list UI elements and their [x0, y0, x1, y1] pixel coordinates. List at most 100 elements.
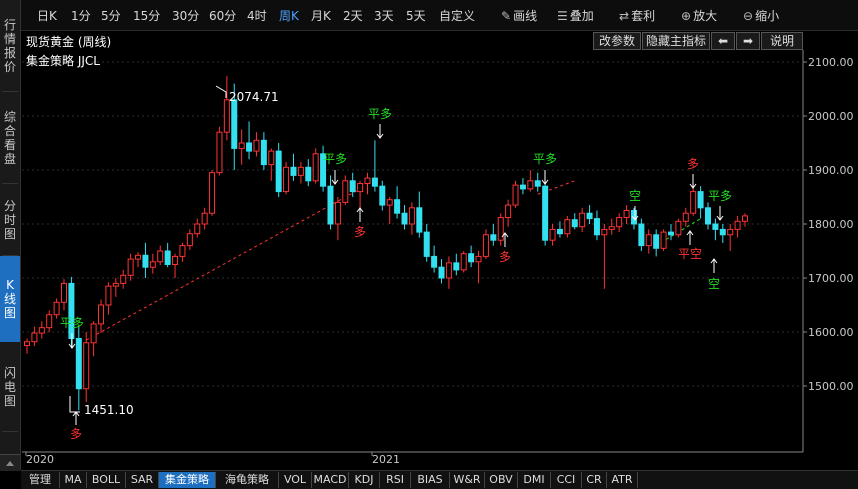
- candle-body: [445, 262, 452, 279]
- btab-macd[interactable]: MACD: [312, 472, 349, 488]
- candle-body: [556, 228, 563, 235]
- candle-body: [727, 228, 734, 236]
- candle-body: [201, 212, 208, 225]
- price-chart[interactable]: 平多多平多多平多多平多空多平空平多空 2100.002000.001900.00…: [0, 0, 858, 470]
- candle-body: [186, 233, 193, 247]
- candle-body: [61, 282, 68, 303]
- y-tick-label: 1500.00: [808, 380, 854, 393]
- candle-body: [682, 212, 689, 222]
- candle-body: [90, 323, 97, 344]
- btab-atr[interactable]: ATR: [607, 472, 638, 488]
- candle-body: [579, 212, 586, 228]
- signal-label: 平多: [708, 189, 732, 203]
- btab-ma[interactable]: MA: [60, 472, 87, 488]
- candle-body: [534, 180, 541, 187]
- candle-body: [283, 166, 290, 193]
- candle-body: [638, 223, 645, 247]
- btab-sar[interactable]: SAR: [126, 472, 159, 488]
- btab-manage[interactable]: 管理: [21, 472, 60, 488]
- btab-obv[interactable]: OBV: [485, 472, 518, 488]
- high-price-label: 2074.71: [229, 90, 279, 104]
- candle-body: [734, 220, 741, 230]
- candle-body: [431, 255, 438, 268]
- y-tick-label: 1800.00: [808, 218, 854, 231]
- btab-cr[interactable]: CR: [582, 472, 607, 488]
- candle-body: [342, 180, 349, 203]
- btab-dmi[interactable]: DMI: [518, 472, 551, 488]
- candle-body: [704, 207, 711, 225]
- signal-label: 多: [354, 225, 366, 239]
- trend-line-up: [85, 188, 361, 341]
- btab-cci[interactable]: CCI: [551, 472, 582, 488]
- candle-body: [364, 177, 371, 185]
- candle-body: [209, 172, 216, 214]
- btab-boll[interactable]: BOLL: [87, 472, 126, 488]
- candle-body: [490, 234, 497, 241]
- candle-body: [719, 228, 726, 236]
- candle-body: [527, 180, 534, 190]
- candle-body: [327, 185, 334, 225]
- candle-body: [460, 253, 467, 271]
- candle-body: [149, 261, 156, 268]
- btab-vol[interactable]: VOL: [279, 472, 312, 488]
- candle-body: [275, 150, 282, 193]
- candle-body: [438, 266, 445, 279]
- signal-label: 空: [708, 277, 720, 291]
- btab-rsi[interactable]: RSI: [380, 472, 411, 488]
- btab-bias[interactable]: BIAS: [411, 472, 450, 488]
- signal-markers: 平多多平多多平多多平多空多平空平多空: [60, 107, 732, 441]
- candle-body: [630, 210, 637, 225]
- candle-body: [105, 285, 112, 306]
- signal-label: 多: [687, 157, 699, 171]
- candle-body: [653, 234, 660, 249]
- y-tick-label: 1600.00: [808, 326, 854, 339]
- btab-kdj[interactable]: KDJ: [349, 472, 380, 488]
- candle-body: [157, 250, 164, 263]
- hide-main-indicator-button[interactable]: 隐藏主指标: [642, 32, 710, 50]
- candle-body: [468, 253, 475, 263]
- candle-body: [571, 219, 578, 228]
- candle-body: [334, 201, 341, 225]
- x-tick-label: 2020: [26, 453, 54, 466]
- candle-body: [98, 304, 105, 325]
- edit-params-button[interactable]: 改参数: [593, 32, 641, 50]
- high-low-annotations: 2074.71 1451.10: [69, 85, 279, 417]
- candle-body: [616, 217, 623, 228]
- btab-wr[interactable]: W&R: [450, 472, 485, 488]
- candle-body: [172, 255, 179, 265]
- chart-title: 现货黄金 (周线): [26, 35, 112, 49]
- arrow-right-button[interactable]: ➡: [736, 32, 760, 50]
- candle-body: [120, 274, 127, 284]
- chart-header: 现货黄金 (周线) 改参数 隐藏主指标 ⬅ ➡ 说明: [21, 31, 803, 50]
- btab-jjcl[interactable]: 集金策略: [159, 472, 216, 488]
- y-tick-label: 2000.00: [808, 110, 854, 123]
- y-tick-label: 2100.00: [808, 56, 854, 69]
- y-axis: 2100.00 2000.00 1900.00 1800.00 1700.00 1600.…: [803, 56, 854, 393]
- x-axis: 2020 2021: [25, 452, 400, 466]
- trend-lines: [85, 180, 701, 341]
- candle-body: [475, 255, 482, 263]
- candle-body: [83, 342, 90, 390]
- btab-turtle[interactable]: 海龟策略: [216, 472, 279, 488]
- candle-body: [194, 223, 201, 235]
- candle-body: [453, 262, 460, 271]
- candle-body: [675, 220, 682, 236]
- candle-body: [371, 177, 378, 187]
- signal-label: 平多: [368, 107, 392, 121]
- candle-body: [246, 142, 253, 152]
- help-button[interactable]: 说明: [761, 32, 803, 50]
- candle-body: [690, 191, 697, 214]
- candle-body: [512, 184, 519, 206]
- candle-body: [645, 234, 652, 247]
- y-tick-label: 1700.00: [808, 272, 854, 285]
- high-pointer: [215, 85, 227, 98]
- candle-body: [408, 207, 415, 225]
- candle-body: [505, 204, 512, 219]
- candle-body: [297, 166, 304, 176]
- candle-body: [423, 231, 430, 257]
- candlesticks: [24, 76, 748, 411]
- candle-body: [712, 223, 719, 230]
- candle-body: [112, 282, 119, 287]
- candle-body: [349, 180, 356, 193]
- arrow-left-button[interactable]: ⬅: [711, 32, 735, 50]
